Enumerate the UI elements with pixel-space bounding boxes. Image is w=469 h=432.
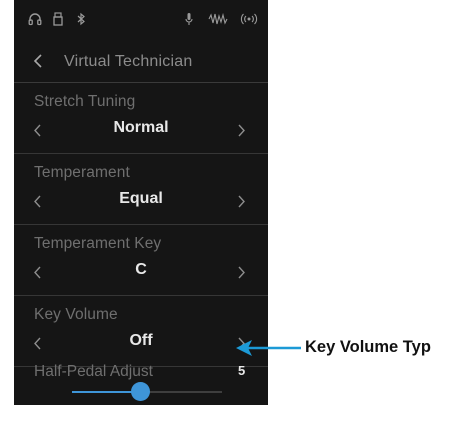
mic-icon — [182, 12, 196, 26]
chevron-right-icon — [237, 124, 245, 136]
setting-value: Off — [129, 332, 153, 349]
setting-temperament-key: Temperament Key C — [14, 225, 268, 296]
status-bar — [14, 0, 268, 42]
chevron-left-icon — [33, 266, 41, 278]
waveform-icon — [208, 12, 228, 26]
setting-half-pedal-adjust: Half-Pedal Adjust 5 — [14, 363, 268, 405]
slider-fill — [72, 391, 140, 393]
usb-icon — [51, 12, 65, 26]
setting-value: Equal — [119, 190, 163, 207]
chevron-left-icon — [33, 337, 41, 349]
screen-title: Virtual Technician — [64, 53, 193, 70]
setting-key-volume: Key Volume Off — [14, 296, 268, 367]
back-button[interactable] — [28, 50, 48, 72]
chevron-left-icon — [33, 54, 42, 68]
previous-value-button[interactable] — [28, 121, 46, 139]
next-value-button[interactable] — [232, 263, 250, 281]
setting-label: Key Volume — [34, 306, 118, 323]
setting-temperament: Temperament Equal — [14, 154, 268, 225]
bluetooth-icon — [74, 12, 88, 26]
setting-stretch-tuning: Stretch Tuning Normal — [14, 83, 268, 154]
setting-label: Temperament Key — [34, 235, 162, 252]
device-screen: Virtual Technician Stretch Tuning Normal… — [14, 0, 268, 405]
setting-label: Temperament — [34, 164, 130, 181]
setting-value: C — [135, 261, 147, 278]
previous-value-button[interactable] — [28, 334, 46, 352]
slider-thumb[interactable] — [130, 382, 150, 401]
next-value-button[interactable] — [232, 121, 250, 139]
screen-header: Virtual Technician — [14, 42, 268, 83]
chevron-left-icon — [33, 124, 41, 136]
setting-label: Stretch Tuning — [34, 93, 136, 110]
wireless-icon — [240, 12, 258, 26]
chevron-right-icon — [237, 195, 245, 207]
callout: Key Volume Typ — [235, 333, 469, 363]
setting-value: 5 — [238, 363, 246, 378]
callout-arrow-icon — [236, 340, 301, 356]
previous-value-button[interactable] — [28, 192, 46, 210]
callout-label: Key Volume Typ — [305, 338, 431, 356]
headphones-icon — [28, 12, 42, 26]
setting-label: Half-Pedal Adjust — [34, 363, 153, 380]
setting-value: Normal — [113, 119, 169, 136]
chevron-left-icon — [33, 195, 41, 207]
half-pedal-slider[interactable] — [72, 382, 222, 401]
chevron-right-icon — [237, 266, 245, 278]
previous-value-button[interactable] — [28, 263, 46, 281]
next-value-button[interactable] — [232, 192, 250, 210]
